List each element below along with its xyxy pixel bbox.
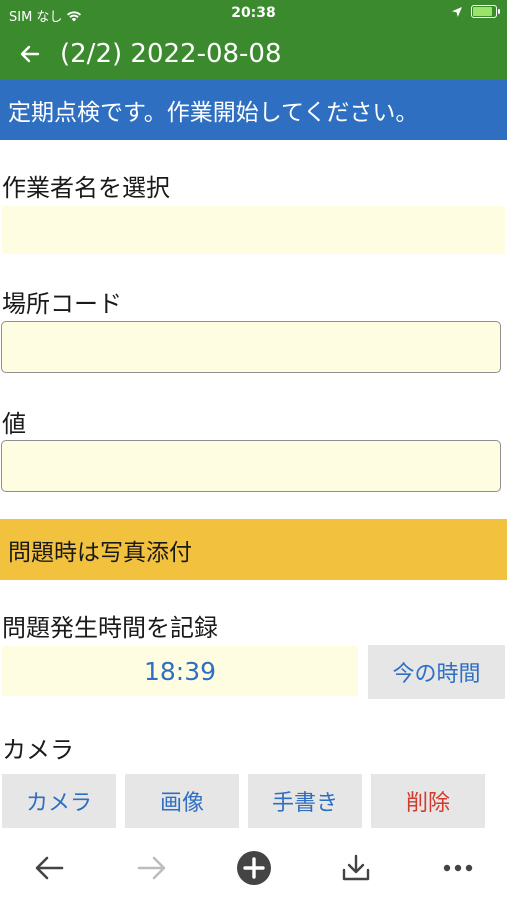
value-label: 値 [2,410,26,438]
back-button[interactable] [0,42,60,66]
status-bar: SIM なし 20:38 [0,0,507,27]
location-arrow-icon [452,6,462,17]
download-icon [342,854,370,881]
arrow-left-icon [20,45,40,62]
more-button[interactable] [438,850,478,886]
add-circle-icon [237,851,271,885]
download-button[interactable] [336,850,376,886]
now-time-button[interactable]: 今の時間 [368,645,505,699]
bottom-toolbar [0,838,507,900]
page-title: (2/2) 2022-08-08 [60,38,282,69]
worker-select[interactable] [2,206,505,254]
camera-button[interactable]: カメラ [2,774,116,828]
add-button[interactable] [234,850,274,886]
camera-label: カメラ [2,736,74,764]
location-input[interactable] [1,321,501,373]
status-time: 20:38 [231,5,276,21]
issue-time-field[interactable]: 18:39 [2,646,358,696]
issue-time-label: 問題発生時間を記録 [2,614,218,642]
value-input[interactable] [1,440,501,492]
image-button[interactable]: 画像 [125,774,239,828]
worker-label: 作業者名を選択 [2,174,170,202]
more-icon [443,864,473,872]
arrow-back-icon [35,856,64,880]
back-nav-button[interactable] [29,850,69,886]
app-bar: (2/2) 2022-08-08 [0,27,507,80]
handwriting-button[interactable]: 手書き [248,774,362,828]
arrow-forward-icon [137,856,166,880]
battery-icon [471,5,500,18]
delete-button[interactable]: 削除 [371,774,485,828]
location-label: 場所コード [2,290,122,318]
notice-banner: 定期点検です。作業開始してください。 [0,80,507,140]
forward-nav-button[interactable] [132,850,172,886]
photo-notice-banner: 問題時は写真添付 [0,519,507,580]
status-right [451,5,500,18]
